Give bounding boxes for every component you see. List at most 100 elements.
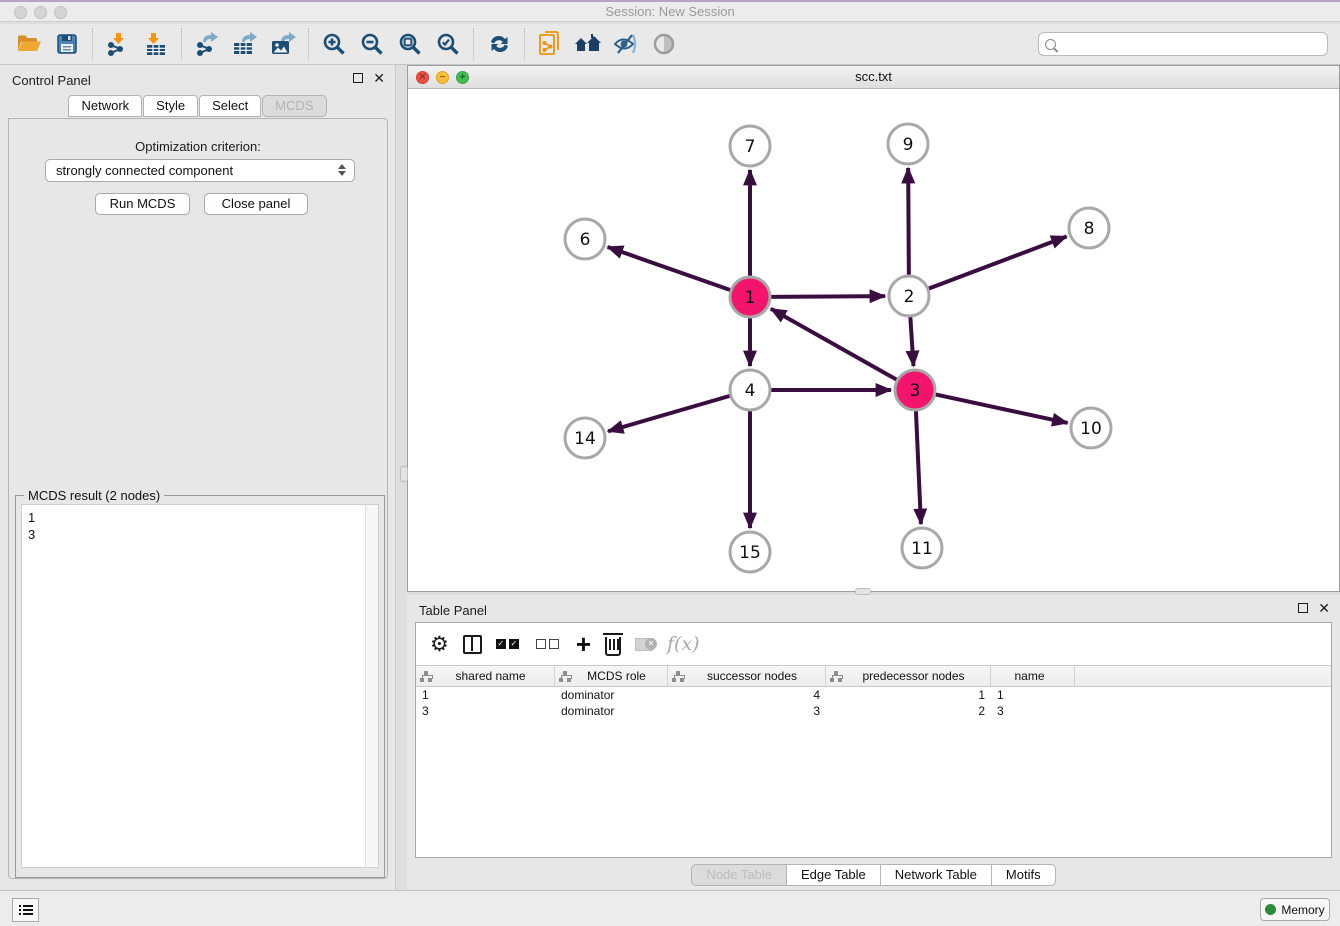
close-table-panel-icon[interactable]: ✕ bbox=[1318, 603, 1330, 613]
zoom-selected-icon[interactable] bbox=[429, 27, 467, 61]
table-cell[interactable]: 3 bbox=[668, 703, 826, 719]
node-label-3: 3 bbox=[910, 381, 921, 401]
export-network-icon[interactable] bbox=[188, 27, 226, 61]
column-header-shared-name[interactable]: shared name bbox=[416, 666, 555, 686]
optimization-criterion-label: Optimization criterion: bbox=[9, 139, 387, 154]
table-cell[interactable]: 4 bbox=[668, 687, 826, 703]
node-label-6: 6 bbox=[580, 230, 591, 250]
close-panel-icon[interactable]: ✕ bbox=[373, 73, 385, 83]
node-label-1: 1 bbox=[745, 288, 756, 308]
tab-node-table[interactable]: Node Table bbox=[691, 864, 787, 886]
tab-motifs[interactable]: Motifs bbox=[992, 864, 1056, 886]
network-view-window: ✕ − + scc.txt 7968124314101511 bbox=[407, 65, 1340, 592]
tab-style[interactable]: Style bbox=[143, 95, 198, 117]
edge-3-1[interactable] bbox=[771, 309, 897, 380]
hide-details-icon[interactable] bbox=[607, 27, 645, 61]
run-mcds-button[interactable]: Run MCDS bbox=[95, 193, 190, 215]
refresh-icon[interactable] bbox=[480, 27, 518, 61]
window-controls[interactable] bbox=[14, 6, 74, 24]
network-window-titlebar[interactable]: ✕ − + scc.txt bbox=[408, 66, 1339, 89]
edge-2-3[interactable] bbox=[910, 317, 913, 366]
table-row[interactable]: 3dominator323 bbox=[416, 703, 1331, 719]
maximize-window-icon[interactable] bbox=[54, 6, 67, 19]
list-icon bbox=[19, 905, 33, 916]
task-history-button[interactable] bbox=[12, 898, 39, 922]
control-panel-tabs: NetworkStyleSelectMCDS bbox=[0, 95, 395, 117]
table-cell[interactable]: dominator bbox=[555, 687, 668, 703]
optimization-criterion-select[interactable]: strongly connected component bbox=[45, 159, 355, 182]
column-header-MCDS-role[interactable]: MCDS role bbox=[555, 666, 668, 686]
show-details-icon[interactable] bbox=[645, 27, 683, 61]
edge-4-14[interactable] bbox=[608, 396, 730, 431]
table-tab-bar: Node TableEdge TableNetwork TableMotifs bbox=[407, 864, 1340, 886]
close-panel-button[interactable]: Close panel bbox=[204, 193, 308, 215]
close-network-icon[interactable]: ✕ bbox=[416, 71, 429, 84]
mcds-tab-content: Optimization criterion: strongly connect… bbox=[8, 118, 388, 879]
main-toolbar bbox=[0, 24, 1340, 65]
delete-column-icon[interactable] bbox=[605, 637, 621, 656]
control-panel: Control Panel ✕ NetworkStyleSelectMCDS O… bbox=[0, 65, 396, 890]
float-table-panel-icon[interactable] bbox=[1298, 603, 1308, 613]
mcds-result-list[interactable]: 1 3 bbox=[21, 504, 379, 868]
first-neighbors-icon[interactable] bbox=[569, 27, 607, 61]
table-row[interactable]: 1dominator411 bbox=[416, 687, 1331, 703]
graph-canvas[interactable]: 7968124314101511 bbox=[408, 89, 1339, 591]
table-cell[interactable]: 3 bbox=[416, 703, 555, 719]
table-cell[interactable]: 1 bbox=[991, 687, 1075, 703]
minimize-window-icon[interactable] bbox=[34, 6, 47, 19]
window-title: Session: New Session bbox=[0, 2, 1340, 22]
control-panel-title: Control Panel bbox=[12, 73, 91, 88]
memory-button[interactable]: Memory bbox=[1260, 898, 1330, 921]
table-toolbar: ⚙ ✓✓ + f(x) bbox=[416, 623, 1331, 665]
control-panel-header: Control Panel ✕ bbox=[0, 65, 395, 95]
node-label-4: 4 bbox=[745, 381, 756, 401]
table-cell[interactable]: 1 bbox=[826, 687, 991, 703]
table-cell[interactable]: 3 bbox=[991, 703, 1075, 719]
add-column-icon[interactable]: + bbox=[576, 634, 591, 654]
column-header-successor-nodes[interactable]: successor nodes bbox=[668, 666, 826, 686]
table-cell[interactable]: 2 bbox=[826, 703, 991, 719]
hierarchy-icon bbox=[559, 671, 572, 682]
mcds-result-items: 1 3 bbox=[22, 505, 378, 543]
edge-1-2[interactable] bbox=[771, 296, 885, 297]
column-header-name[interactable]: name bbox=[991, 666, 1075, 686]
edge-2-9[interactable] bbox=[908, 168, 909, 275]
edge-1-6[interactable] bbox=[608, 247, 731, 290]
import-table-icon[interactable] bbox=[137, 27, 175, 61]
save-session-icon[interactable] bbox=[48, 27, 86, 61]
zoom-fit-icon[interactable] bbox=[391, 27, 429, 61]
column-header-predecessor-nodes[interactable]: predecessor nodes bbox=[826, 666, 991, 686]
table-settings-icon[interactable]: ⚙ bbox=[430, 634, 449, 654]
zoom-out-icon[interactable] bbox=[353, 27, 391, 61]
unselect-all-columns-icon[interactable] bbox=[536, 639, 562, 649]
function-builder-icon: f(x) bbox=[667, 633, 700, 655]
result-scrollbar[interactable] bbox=[365, 505, 378, 867]
tab-mcds[interactable]: MCDS bbox=[262, 95, 326, 117]
export-image-icon[interactable] bbox=[264, 27, 302, 61]
table-cell[interactable]: dominator bbox=[555, 703, 668, 719]
split-panel-icon[interactable] bbox=[463, 635, 482, 654]
horizontal-splitter-grip[interactable] bbox=[855, 588, 871, 595]
minimize-network-icon[interactable]: − bbox=[436, 71, 449, 84]
edge-3-10[interactable] bbox=[936, 394, 1068, 423]
new-network-from-selection-icon[interactable] bbox=[531, 27, 569, 61]
table-cell[interactable]: 1 bbox=[416, 687, 555, 703]
open-file-icon[interactable] bbox=[10, 27, 48, 61]
export-table-icon[interactable] bbox=[226, 27, 264, 61]
search-input[interactable] bbox=[1056, 37, 1327, 51]
search-field[interactable] bbox=[1038, 32, 1328, 56]
close-window-icon[interactable] bbox=[14, 6, 27, 19]
zoom-network-icon[interactable]: + bbox=[456, 71, 469, 84]
tab-edge-table[interactable]: Edge Table bbox=[787, 864, 881, 886]
tab-network[interactable]: Network bbox=[68, 95, 142, 117]
select-all-columns-icon[interactable]: ✓✓ bbox=[496, 639, 522, 649]
edge-3-11[interactable] bbox=[916, 411, 921, 524]
search-icon bbox=[1045, 39, 1056, 50]
zoom-in-icon[interactable] bbox=[315, 27, 353, 61]
vertical-splitter-grip[interactable] bbox=[400, 466, 408, 482]
tab-network-table[interactable]: Network Table bbox=[881, 864, 992, 886]
float-panel-icon[interactable] bbox=[353, 73, 363, 83]
tab-select[interactable]: Select bbox=[199, 95, 261, 117]
edge-2-8[interactable] bbox=[929, 236, 1067, 288]
import-network-icon[interactable] bbox=[99, 27, 137, 61]
